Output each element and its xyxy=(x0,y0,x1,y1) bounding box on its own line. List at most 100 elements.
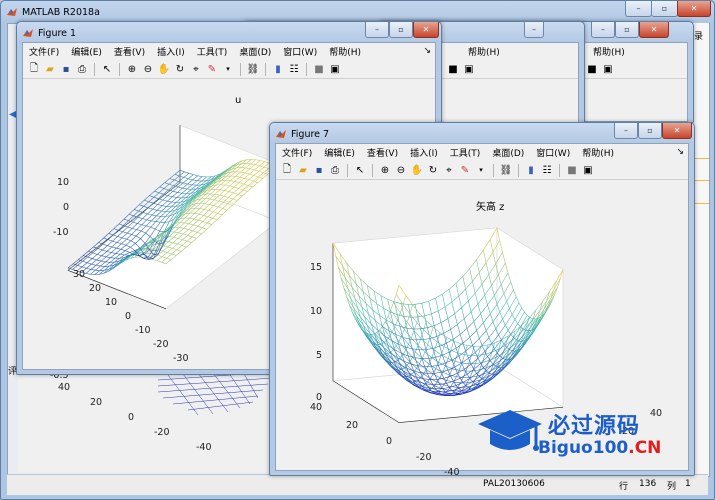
zoom-out-icon[interactable]: ⊖ xyxy=(394,163,408,177)
figure7-y-tick: -40 xyxy=(444,467,460,478)
edit-plot-arrow-icon[interactable]: ↖ xyxy=(100,62,114,76)
figure-icon xyxy=(276,130,286,138)
data-cursor-icon[interactable]: ⌖ xyxy=(442,163,456,177)
figure1-menu-view[interactable]: 查看(V) xyxy=(108,45,151,58)
figure7-z-tick: 10 xyxy=(310,306,323,317)
pan-hand-icon[interactable]: ✋ xyxy=(157,62,171,76)
toolbar-separator xyxy=(265,62,266,76)
figure7-menu-edit[interactable]: 编辑(E) xyxy=(318,146,361,159)
figure1-menu-window[interactable]: 窗口(W) xyxy=(277,45,323,58)
status-row-label: 行 xyxy=(619,482,629,492)
edit-plot-arrow-icon[interactable]: ↖ xyxy=(353,163,367,177)
bg2-gray-square-icon[interactable]: ■ xyxy=(585,62,599,76)
figure7-menu-tools[interactable]: 工具(T) xyxy=(444,146,487,159)
figure1-title: Figure 1 xyxy=(38,27,77,39)
bg2-close-button[interactable]: ✕ xyxy=(639,22,669,38)
legend-icon[interactable]: ☷ xyxy=(540,163,554,177)
behind-y-tick: -40 xyxy=(196,442,212,453)
figure1-y-tick: -10 xyxy=(135,325,151,336)
figure7-maximize-button[interactable]: ▫ xyxy=(638,123,662,139)
matlab-minimize-button[interactable]: – xyxy=(625,1,652,17)
show-plot-tools-icon[interactable]: ▣ xyxy=(581,163,595,177)
print-icon[interactable]: ⎙ xyxy=(75,62,89,76)
figure1-menu-insert[interactable]: 插入(I) xyxy=(151,45,191,58)
link-plot-icon[interactable]: ⛓ xyxy=(246,62,260,76)
figure1-menu-help[interactable]: 帮助(H) xyxy=(323,45,367,58)
zoom-out-icon[interactable]: ⊖ xyxy=(141,62,155,76)
figure1-menu-tools[interactable]: 工具(T) xyxy=(191,45,234,58)
brush-dropdown-icon[interactable]: ▾ xyxy=(221,62,235,76)
figure7-y-tick: -20 xyxy=(416,452,432,463)
figure7-menu-help[interactable]: 帮助(H) xyxy=(576,146,620,159)
save-icon[interactable]: ▪ xyxy=(59,62,73,76)
figure7-menu-view[interactable]: 查看(V) xyxy=(361,146,404,159)
toolbar-separator xyxy=(518,163,519,177)
figure7-menu-file[interactable]: 文件(F) xyxy=(276,146,318,159)
figure1-menu-edit[interactable]: 编辑(E) xyxy=(65,45,108,58)
bg1-minimize-button[interactable]: – xyxy=(524,22,544,38)
figure-icon xyxy=(23,29,33,37)
data-cursor-icon[interactable]: ⌖ xyxy=(189,62,203,76)
toolbar-separator xyxy=(372,163,373,177)
zoom-in-icon[interactable]: ⊕ xyxy=(378,163,392,177)
colorbar-icon[interactable]: ▮ xyxy=(271,62,285,76)
figure7-menu-dock-arrow-icon[interactable]: ↘ xyxy=(670,147,688,157)
bg1-menu-help[interactable]: 帮助(H) xyxy=(462,45,506,58)
graduation-cap-logo xyxy=(478,410,542,451)
figure7-z-tick: 15 xyxy=(310,262,323,273)
brush-dropdown-icon[interactable]: ▾ xyxy=(474,163,488,177)
new-figure-icon[interactable]: 🗋 xyxy=(27,62,41,76)
rotate-3d-icon[interactable]: ↻ xyxy=(426,163,440,177)
save-icon[interactable]: ▪ xyxy=(312,163,326,177)
bg1-gray-square-icon[interactable]: ■ xyxy=(446,62,460,76)
figure1-menu-file[interactable]: 文件(F) xyxy=(23,45,65,58)
pan-hand-icon[interactable]: ✋ xyxy=(410,163,424,177)
hide-plot-tools-icon[interactable]: ■ xyxy=(565,163,579,177)
matlab-maximize-button[interactable]: ▫ xyxy=(651,1,678,17)
figure1-maximize-button[interactable]: ▫ xyxy=(389,22,413,38)
figure7-toolbar: 🗋 ▰ ▪ ⎙ ↖ ⊕ ⊖ ✋ ↻ ⌖ ✎ ▾ ⛓ ▮ ☷ ■ ▣ xyxy=(276,161,688,180)
zoom-in-icon[interactable]: ⊕ xyxy=(125,62,139,76)
figure1-close-button[interactable]: ✕ xyxy=(413,22,439,38)
open-file-icon[interactable]: ▰ xyxy=(296,163,310,177)
matlab-close-button[interactable]: ✕ xyxy=(677,1,711,17)
brush-icon[interactable]: ✎ xyxy=(205,62,219,76)
figure1-minimize-button[interactable]: – xyxy=(365,22,389,38)
bg2-menu-help[interactable]: 帮助(H) xyxy=(587,45,631,58)
figure7-menu-window[interactable]: 窗口(W) xyxy=(530,146,576,159)
figure7-menu-desktop[interactable]: 桌面(D) xyxy=(486,146,530,159)
figure1-y-tick: 30 xyxy=(73,269,86,280)
toolbar-separator xyxy=(559,163,560,177)
hide-plot-tools-icon[interactable]: ■ xyxy=(312,62,326,76)
toolbar-separator xyxy=(306,62,307,76)
bg1-window-icon[interactable]: ▣ xyxy=(462,62,476,76)
legend-icon[interactable]: ☷ xyxy=(287,62,301,76)
matlab-title: MATLAB R2018a xyxy=(22,6,100,18)
figure7-menu-insert[interactable]: 插入(I) xyxy=(404,146,444,159)
link-plot-icon[interactable]: ⛓ xyxy=(499,163,513,177)
figure1-z-tick: 10 xyxy=(57,177,70,188)
bg2-maximize-button[interactable]: ▫ xyxy=(615,22,639,38)
figure7-close-button[interactable]: ✕ xyxy=(662,123,692,139)
figure1-y-tick: 20 xyxy=(89,283,102,294)
matlab-titlebar: MATLAB R2018a xyxy=(7,4,100,20)
show-plot-tools-icon[interactable]: ▣ xyxy=(328,62,342,76)
figure1-menu-desktop[interactable]: 桌面(D) xyxy=(233,45,277,58)
toolbar-separator xyxy=(347,163,348,177)
new-figure-icon[interactable]: 🗋 xyxy=(280,163,294,177)
colorbar-icon[interactable]: ▮ xyxy=(524,163,538,177)
bg2-minimize-button[interactable]: – xyxy=(591,22,615,38)
figure1-y-tick: -30 xyxy=(173,353,189,364)
brush-icon[interactable]: ✎ xyxy=(458,163,472,177)
toolbar-separator xyxy=(119,62,120,76)
figure7-minimize-button[interactable]: – xyxy=(614,123,638,139)
behind-plot-area: 评 -0.5 40 20 0 -20 -40 xyxy=(8,360,273,472)
figure7-y-tick: 20 xyxy=(346,420,359,431)
matlab-right-edge-text: 录 xyxy=(694,32,704,42)
open-file-icon[interactable]: ▰ xyxy=(43,62,57,76)
print-icon[interactable]: ⎙ xyxy=(328,163,342,177)
bg2-window-icon[interactable]: ▣ xyxy=(601,62,615,76)
figure1-y-tick: -20 xyxy=(153,339,169,350)
rotate-3d-icon[interactable]: ↻ xyxy=(173,62,187,76)
figure1-menu-dock-arrow-icon[interactable]: ↘ xyxy=(417,46,435,56)
